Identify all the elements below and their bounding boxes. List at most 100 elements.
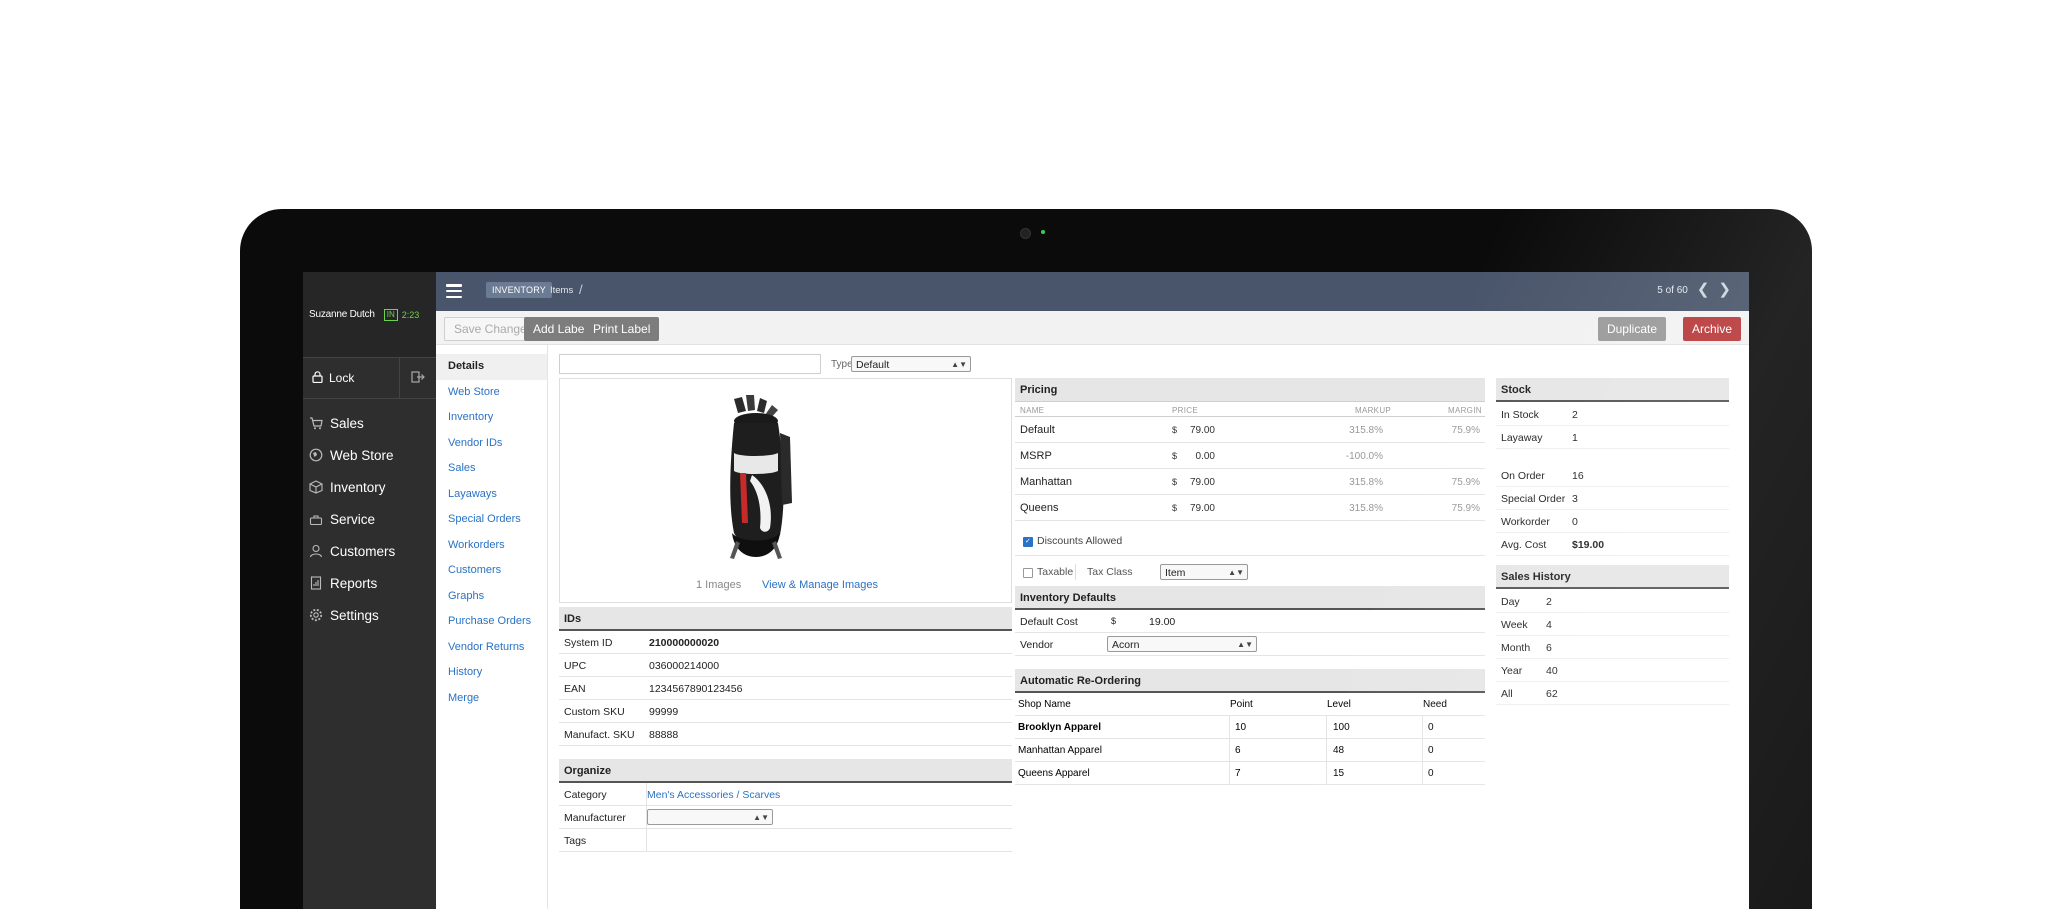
ids-label: Manufact. SKU	[564, 729, 635, 741]
subnav-merge[interactable]: Merge	[436, 686, 547, 712]
nav-item-reports[interactable]: Reports	[303, 567, 436, 599]
discounts-checkbox[interactable]	[1023, 537, 1033, 547]
sales-period: Month	[1501, 642, 1531, 654]
report-icon	[309, 576, 323, 590]
nav-item-web-store[interactable]: Web Store	[303, 439, 436, 471]
print-label-button[interactable]: Print Label	[584, 317, 660, 341]
organize-row: Category Men's Accessories / Scarves	[559, 783, 1012, 806]
price-field[interactable]: 79.00	[1175, 477, 1215, 488]
ids-label: EAN	[564, 683, 586, 695]
sales-history-row: Year 40	[1496, 659, 1729, 682]
price-field[interactable]: 79.00	[1175, 425, 1215, 436]
price-field[interactable]: 79.00	[1175, 503, 1215, 514]
logout-icon	[411, 370, 425, 386]
breadcrumb-inventory[interactable]: INVENTORY	[486, 282, 552, 298]
nav-item-inventory[interactable]: Inventory	[303, 471, 436, 503]
reorder-level-field[interactable]: 15	[1333, 768, 1344, 779]
price-row: Queens $ 79.00 315.8% 75.9%	[1015, 495, 1485, 521]
nav-label-customers: Customers	[330, 543, 396, 559]
stock-label: In Stock	[1501, 409, 1539, 421]
reorder-level-field[interactable]: 100	[1333, 722, 1350, 733]
select-caret-icon: ▲▼	[951, 360, 967, 369]
category-link[interactable]: Men's Accessories / Scarves	[647, 789, 780, 801]
subnav-graphs[interactable]: Graphs	[436, 584, 547, 610]
manage-images-link[interactable]: View & Manage Images	[762, 579, 878, 591]
ean-field[interactable]: 1234567890123456	[649, 683, 742, 695]
tags-input[interactable]	[647, 832, 767, 848]
subnav-sales[interactable]: Sales	[436, 456, 547, 482]
price-row: MSRP $ 0.00 -100.0%	[1015, 443, 1485, 469]
item-name-input[interactable]	[559, 354, 821, 374]
reorder-need: 0	[1428, 745, 1434, 756]
type-select[interactable]: Default ▲▼	[851, 356, 971, 372]
taxable-checkbox[interactable]	[1023, 568, 1033, 578]
pricing-header: Pricing	[1015, 378, 1485, 402]
breadcrumb-items[interactable]: Items	[550, 285, 573, 296]
subnav-vendor-returns[interactable]: Vendor Returns	[436, 635, 547, 661]
subnav-special-orders[interactable]: Special Orders	[436, 507, 547, 533]
subnav-workorders[interactable]: Workorders	[436, 533, 547, 559]
ids-row: EAN 1234567890123456	[559, 677, 1012, 700]
nav-item-sales[interactable]: Sales	[303, 407, 436, 439]
reorder-point-field[interactable]: 6	[1235, 745, 1241, 756]
subnav-layaways[interactable]: Layaways	[436, 482, 547, 508]
subnav-web-store[interactable]: Web Store	[436, 380, 547, 406]
ids-row: System ID 210000000020	[559, 631, 1012, 654]
chevron-right-icon[interactable]: ❯	[1718, 282, 1731, 297]
ids-header: IDs	[559, 607, 1012, 631]
pricing-col-price: PRICE	[1172, 406, 1198, 415]
manufact-sku-field[interactable]: 88888	[649, 729, 678, 741]
select-caret-icon: ▲▼	[1237, 640, 1253, 649]
vendor-value: Acorn	[1112, 639, 1140, 651]
golf-bag-image[interactable]	[720, 393, 800, 563]
manufacturer-select[interactable]: ▲▼	[647, 809, 773, 825]
vendor-select[interactable]: Acorn ▲▼	[1107, 636, 1257, 652]
menu-icon[interactable]	[446, 284, 462, 298]
sales-history-row: All 62	[1496, 682, 1729, 705]
select-caret-icon: ▲▼	[1228, 568, 1244, 577]
sales-history-row: Day 2	[1496, 590, 1729, 613]
lock-icon	[312, 370, 323, 386]
person-icon	[309, 544, 323, 558]
nav-item-service[interactable]: Service	[303, 503, 436, 535]
sales-count: 40	[1546, 665, 1558, 677]
stock-value: 3	[1572, 493, 1578, 505]
nav-label-service: Service	[330, 511, 376, 527]
subnav-purchase-orders[interactable]: Purchase Orders	[436, 609, 547, 635]
nav-item-settings[interactable]: Settings	[303, 599, 436, 631]
reorder-point-field[interactable]: 10	[1235, 722, 1246, 733]
subnav-details[interactable]: Details	[436, 354, 547, 380]
stock-value: 1	[1572, 432, 1578, 444]
webcam-led	[1041, 230, 1045, 234]
lock-button[interactable]: Lock	[303, 358, 400, 398]
nav-label-inventory: Inventory	[330, 479, 386, 495]
subnav-vendor-ids[interactable]: Vendor IDs	[436, 431, 547, 457]
stock-row: Avg. Cost $19.00	[1496, 533, 1729, 556]
price-field[interactable]: 0.00	[1175, 451, 1215, 462]
chevron-left-icon[interactable]: ❮	[1697, 282, 1710, 297]
reorder-point-field[interactable]: 7	[1235, 768, 1241, 779]
clock-status[interactable]: IN 2:23	[383, 308, 420, 321]
tax-class-select[interactable]: Item ▲▼	[1160, 564, 1248, 580]
clock-time: 2:23	[401, 309, 420, 320]
subnav-history[interactable]: History	[436, 660, 547, 686]
reorder-level-field[interactable]: 48	[1333, 745, 1344, 756]
archive-button[interactable]: Archive	[1682, 317, 1741, 341]
nav-item-customers[interactable]: Customers	[303, 535, 436, 567]
reorder-need: 0	[1428, 722, 1434, 733]
subnav-customers[interactable]: Customers	[436, 558, 547, 584]
currency-symbol: $	[1111, 616, 1117, 626]
default-cost-field[interactable]: 19.00	[1149, 616, 1175, 628]
price-name: Queens	[1020, 502, 1059, 514]
subnav-inventory[interactable]: Inventory	[436, 405, 547, 431]
reorder-divider	[1229, 716, 1230, 785]
sales-period: All	[1501, 688, 1513, 700]
custom-sku-field[interactable]: 99999	[649, 706, 678, 718]
stock-label: Special Order	[1501, 493, 1566, 505]
main-nav: Sales Web Store Inventory Service Custom…	[303, 399, 436, 631]
item-image-panel: 1 Images View & Manage Images	[559, 378, 1012, 603]
upc-field[interactable]: 036000214000	[649, 660, 719, 672]
duplicate-button[interactable]: Duplicate	[1597, 317, 1666, 341]
markup-value: 315.8%	[1349, 477, 1383, 488]
logout-button[interactable]	[400, 358, 436, 398]
